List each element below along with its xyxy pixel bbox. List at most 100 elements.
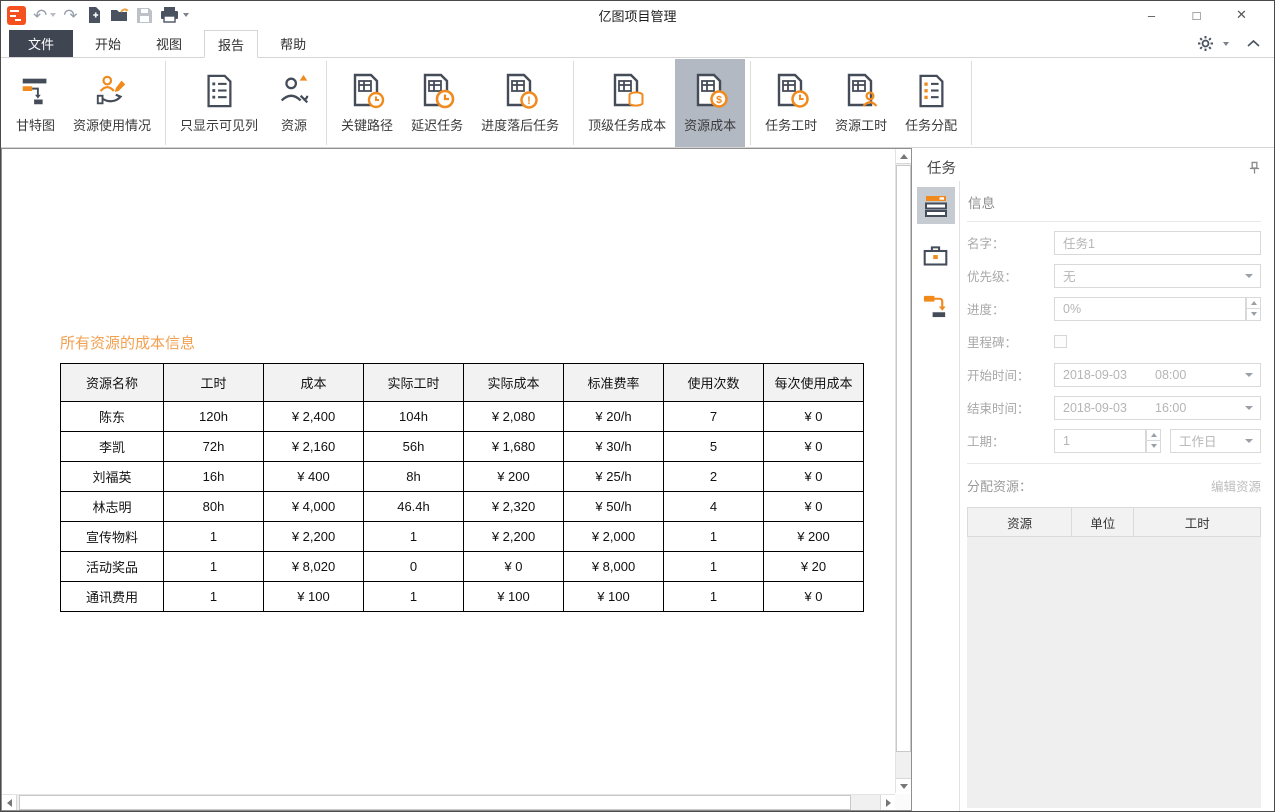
table-cell[interactable]: 1	[364, 582, 464, 612]
table-cell[interactable]: 0	[364, 552, 464, 582]
hours-column-header[interactable]: 工时	[1133, 508, 1260, 536]
critical-path-button[interactable]: 关键路径	[332, 59, 402, 147]
open-file-button[interactable]	[110, 4, 129, 26]
duration-stepper[interactable]	[1146, 429, 1161, 453]
table-cell[interactable]: ¥ 1,680	[464, 432, 564, 462]
table-cell[interactable]: ¥ 0	[764, 402, 864, 432]
table-cell[interactable]: ¥ 50/h	[564, 492, 664, 522]
duration-input[interactable]: 1	[1054, 429, 1146, 453]
table-cell[interactable]: 16h	[164, 462, 264, 492]
scroll-down-button[interactable]	[896, 778, 911, 793]
table-cell[interactable]: 7	[664, 402, 764, 432]
file-menu-button[interactable]: 文件	[9, 30, 73, 57]
resource-hours-button[interactable]: 资源工时	[826, 59, 896, 147]
scroll-up-button[interactable]	[896, 149, 911, 164]
table-cell[interactable]: 1	[664, 522, 764, 552]
horizontal-scrollbar[interactable]	[2, 794, 895, 810]
table-cell[interactable]: 宣传物料	[61, 522, 164, 552]
resource-cost-button[interactable]: $ 资源成本	[675, 59, 745, 147]
table-cell[interactable]: 通讯费用	[61, 582, 164, 612]
resource-table-body[interactable]	[967, 537, 1261, 808]
table-cell[interactable]: ¥ 8,020	[264, 552, 364, 582]
table-cell[interactable]: ¥ 2,400	[264, 402, 364, 432]
milestone-checkbox[interactable]	[1054, 335, 1067, 348]
resource-usage-button[interactable]: 资源使用情况	[64, 59, 160, 147]
behind-schedule-button[interactable]: ! 进度落后任务	[472, 59, 568, 147]
duration-unit-select[interactable]: 工作日	[1170, 429, 1261, 453]
table-cell[interactable]: ¥ 2,200	[464, 522, 564, 552]
gantt-button[interactable]: 甘特图	[7, 59, 64, 147]
table-cell[interactable]: 2	[664, 462, 764, 492]
table-cell[interactable]: 1	[664, 582, 764, 612]
table-cell[interactable]: 1	[164, 522, 264, 552]
resource-button[interactable]: 资源	[267, 59, 321, 147]
horizontal-scroll-thumb[interactable]	[19, 795, 851, 810]
tab-help[interactable]: 帮助	[267, 30, 319, 57]
table-cell[interactable]: 陈东	[61, 402, 164, 432]
scroll-left-button[interactable]	[2, 795, 17, 810]
table-cell[interactable]: ¥ 100	[464, 582, 564, 612]
table-cell[interactable]: ¥ 0	[764, 492, 864, 522]
table-header-cell[interactable]: 实际成本	[464, 364, 564, 402]
progress-input[interactable]: 0%	[1054, 297, 1246, 321]
table-cell[interactable]: ¥ 30/h	[564, 432, 664, 462]
table-cell[interactable]: 72h	[164, 432, 264, 462]
table-cell[interactable]: 8h	[364, 462, 464, 492]
top-task-cost-button[interactable]: 顶级任务成本	[579, 59, 675, 147]
end-time-picker[interactable]: 2018-09-0316:00	[1054, 396, 1261, 420]
progress-stepper[interactable]	[1246, 297, 1261, 321]
tab-view[interactable]: 视图	[143, 30, 195, 57]
table-cell[interactable]: 李凯	[61, 432, 164, 462]
start-time-picker[interactable]: 2018-09-0308:00	[1054, 363, 1261, 387]
priority-select[interactable]: 无	[1054, 264, 1261, 288]
redo-button[interactable]: ↷	[63, 4, 77, 26]
task-name-input[interactable]: 任务1	[1054, 231, 1261, 255]
collapse-ribbon-icon[interactable]	[1246, 38, 1261, 50]
table-cell[interactable]: ¥ 2,080	[464, 402, 564, 432]
visible-columns-button[interactable]: 只显示可见列	[171, 59, 267, 147]
table-cell[interactable]: ¥ 2,320	[464, 492, 564, 522]
unit-column-header[interactable]: 单位	[1071, 508, 1133, 536]
table-cell[interactable]: ¥ 2,200	[264, 522, 364, 552]
vertical-scroll-thumb[interactable]	[896, 165, 911, 752]
print-button[interactable]	[160, 4, 189, 26]
table-cell[interactable]: ¥ 400	[264, 462, 364, 492]
table-cell[interactable]: 104h	[364, 402, 464, 432]
resource-cost-table[interactable]: 资源名称工时成本实际工时实际成本标准费率使用次数每次使用成本 陈东120h¥ 2…	[60, 363, 864, 612]
table-cell[interactable]: 1	[164, 582, 264, 612]
table-cell[interactable]: ¥ 100	[264, 582, 364, 612]
table-cell[interactable]: ¥ 0	[464, 552, 564, 582]
table-header-cell[interactable]: 实际工时	[364, 364, 464, 402]
table-header-cell[interactable]: 成本	[264, 364, 364, 402]
maximize-button[interactable]: □	[1174, 2, 1219, 28]
gear-caret-icon[interactable]	[1223, 42, 1229, 46]
undo-button[interactable]: ↶	[33, 4, 56, 26]
table-cell[interactable]: ¥ 2,000	[564, 522, 664, 552]
report-title[interactable]: 所有资源的成本信息	[60, 332, 864, 353]
table-cell[interactable]: ¥ 8,000	[564, 552, 664, 582]
task-assignment-button[interactable]: 任务分配	[896, 59, 966, 147]
vertical-scrollbar[interactable]	[895, 149, 911, 793]
table-cell[interactable]: 46.4h	[364, 492, 464, 522]
table-header-cell[interactable]: 每次使用成本	[764, 364, 864, 402]
table-cell[interactable]: 80h	[164, 492, 264, 522]
table-cell[interactable]: 5	[664, 432, 764, 462]
tab-start[interactable]: 开始	[82, 30, 134, 57]
table-header-cell[interactable]: 使用次数	[664, 364, 764, 402]
drawing-canvas[interactable]: 所有资源的成本信息 资源名称工时成本实际工时实际成本标准费率使用次数每次使用成本…	[1, 148, 912, 811]
delayed-task-button[interactable]: 延迟任务	[402, 59, 472, 147]
table-cell[interactable]: ¥ 25/h	[564, 462, 664, 492]
task-info-tab[interactable]	[917, 187, 955, 224]
table-header-cell[interactable]: 标准费率	[564, 364, 664, 402]
pin-icon[interactable]	[1248, 161, 1261, 175]
edit-resources-link[interactable]: 编辑资源	[1211, 476, 1261, 495]
table-cell[interactable]: ¥ 0	[764, 432, 864, 462]
table-cell[interactable]: ¥ 0	[764, 462, 864, 492]
table-cell[interactable]: 1	[164, 552, 264, 582]
scroll-right-button[interactable]	[880, 795, 895, 810]
task-dependency-tab[interactable]	[917, 287, 955, 324]
task-hours-button[interactable]: 任务工时	[756, 59, 826, 147]
undo-caret-icon[interactable]	[50, 13, 56, 17]
table-cell[interactable]: 1	[364, 522, 464, 552]
table-cell[interactable]: ¥ 200	[464, 462, 564, 492]
